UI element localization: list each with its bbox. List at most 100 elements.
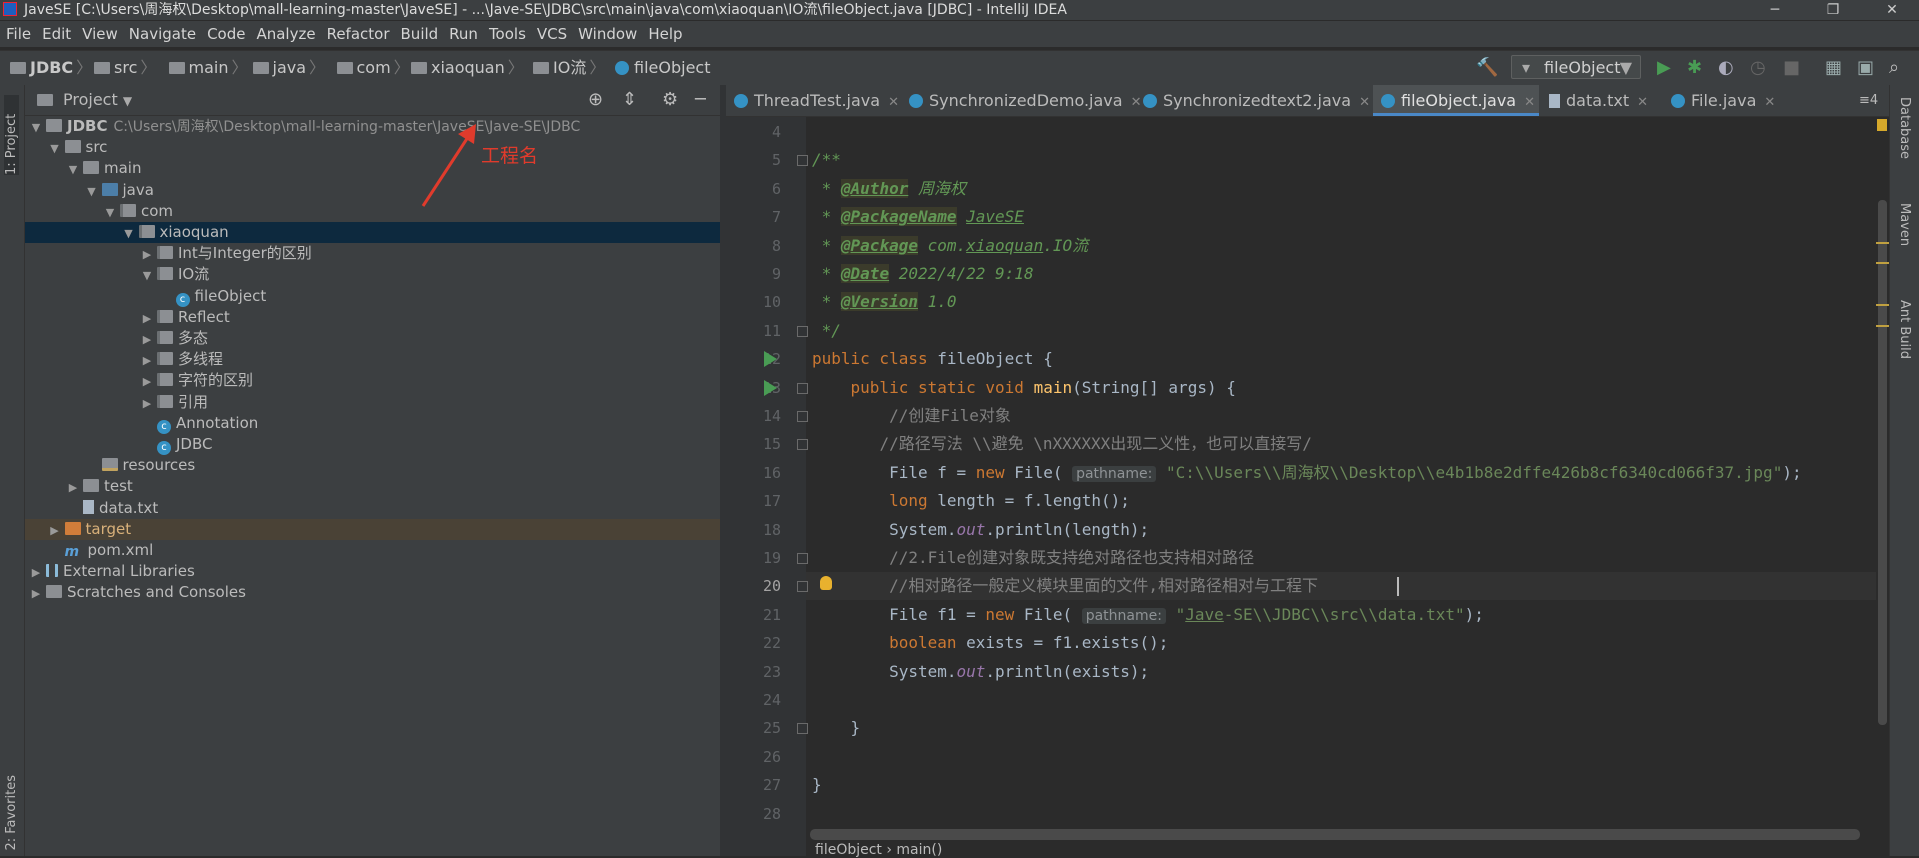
code-line[interactable]: //创建File对象 — [812, 402, 1011, 430]
warning-status-icon[interactable] — [1877, 119, 1887, 131]
expand-down-icon[interactable]: ▼ — [85, 181, 99, 202]
menu-view[interactable]: View — [82, 25, 118, 43]
close-icon[interactable]: ✕ — [1637, 95, 1648, 110]
code-line[interactable]: File f1 = new File( pathname: "Jave-SE\\… — [812, 601, 1484, 629]
editor-tab[interactable]: Synchronizedtext2.java ✕ — [1135, 85, 1371, 116]
menu-file[interactable]: File — [6, 25, 31, 43]
breadcrumb-item[interactable]: com 〉 — [336, 51, 414, 85]
expand-down-icon[interactable]: ▼ — [103, 202, 117, 223]
code-line[interactable]: File f = new File( pathname: "C:\\Users\… — [812, 459, 1802, 487]
menu-help[interactable]: Help — [648, 25, 682, 43]
lightbulb-icon[interactable] — [820, 576, 832, 590]
menu-edit[interactable]: Edit — [42, 25, 71, 43]
tree-item[interactable]: resources — [25, 455, 720, 476]
expand-right-icon[interactable]: ▶ — [140, 371, 154, 392]
ant-build-tool-tab[interactable]: Ant Build — [1897, 300, 1912, 359]
menu-vcs[interactable]: VCS — [537, 25, 567, 43]
code-line[interactable]: */ — [812, 317, 841, 345]
fold-marker-icon[interactable] — [797, 155, 808, 167]
tree-item[interactable]: c Annotation — [25, 413, 720, 434]
tree-item[interactable]: ▼ main — [25, 158, 720, 179]
code-line[interactable]: //路径写法 \\避免 \nXXXXXX出现二义性，也可以直接写/ — [812, 430, 1312, 458]
expand-right-icon[interactable]: ▶ — [66, 477, 80, 498]
fold-marker-icon[interactable] — [797, 581, 808, 593]
menu-window[interactable]: Window — [578, 25, 637, 43]
expand-down-icon[interactable]: ▼ — [140, 265, 154, 286]
code-line[interactable]: //相对路径一般定义模块里面的文件,相对路径相对与工程下 — [812, 572, 1318, 600]
error-stripe-mark[interactable] — [1876, 242, 1889, 244]
maven-tool-tab[interactable]: Maven — [1897, 203, 1912, 246]
breadcrumb-item[interactable]: xiaoquan 〉 — [411, 51, 528, 85]
coverage-icon[interactable]: ◐ — [1718, 51, 1734, 85]
tree-item[interactable]: ▶ Scratches and Consoles — [25, 582, 720, 603]
tree-item[interactable]: ▶ test — [25, 476, 720, 497]
profile-icon[interactable]: ◷ — [1750, 51, 1766, 85]
tree-item[interactable]: c fileObject — [25, 286, 720, 307]
close-icon[interactable]: ✕ — [1764, 95, 1775, 110]
code-line[interactable]: } — [812, 771, 822, 799]
search-everywhere-icon[interactable]: ⌕ — [1889, 51, 1899, 85]
code-line[interactable]: public class fileObject { — [812, 345, 1053, 373]
expand-down-icon[interactable]: ▼ — [29, 117, 43, 138]
locate-icon[interactable]: ⊕ — [588, 85, 603, 115]
code-line[interactable]: /** — [812, 146, 841, 174]
menu-build[interactable]: Build — [401, 25, 439, 43]
run-config-select[interactable]: ▾ fileObject ▼ — [1511, 55, 1641, 79]
code-line[interactable]: System.out.println(length); — [812, 516, 1149, 544]
run-main-icon[interactable] — [764, 380, 777, 396]
breadcrumb-item[interactable]: JDBC 〉 — [10, 51, 96, 85]
tree-item[interactable]: ▶ Int与Integer的区别 — [25, 243, 720, 264]
stop-icon[interactable]: ■ — [1783, 51, 1800, 85]
menu-code[interactable]: Code — [207, 25, 245, 43]
fold-marker-icon[interactable] — [797, 411, 808, 422]
code-line[interactable]: public static void main(String[] args) { — [812, 374, 1236, 402]
fold-marker-icon[interactable] — [797, 723, 808, 735]
close-icon[interactable]: ✕ — [1524, 95, 1535, 110]
expand-right-icon[interactable]: ▶ — [48, 520, 62, 541]
editor-tab[interactable]: ThreadTest.java ✕ — [726, 85, 899, 116]
collapse-all-icon[interactable]: ⇕ — [622, 85, 637, 115]
expand-right-icon[interactable]: ▶ — [140, 244, 154, 265]
hide-panel-icon[interactable]: ─ — [695, 85, 706, 115]
code-line[interactable]: //2.File创建对象既支持绝对路径也支持相对路径 — [812, 544, 1254, 572]
expand-down-icon[interactable]: ▼ — [66, 159, 80, 180]
expand-right-icon[interactable]: ▶ — [29, 562, 43, 583]
code-line[interactable]: * @Author 周海权 — [812, 175, 966, 203]
code-line[interactable]: System.out.println(exists); — [812, 658, 1149, 686]
tree-item[interactable]: ▼ xiaoquan — [25, 222, 720, 243]
code-line[interactable]: } — [812, 714, 861, 742]
layout-icon[interactable]: ▣ — [1857, 51, 1874, 85]
hammer-icon[interactable]: 🔨 — [1476, 51, 1498, 85]
tree-item[interactable]: ▶ 多线程 — [25, 349, 720, 370]
tree-item[interactable]: ▼ IO流 — [25, 264, 720, 285]
close-icon[interactable]: ✕ — [888, 95, 899, 110]
tree-item[interactable]: ▶ Reflect — [25, 307, 720, 328]
fold-marker-icon[interactable] — [797, 325, 808, 337]
expand-right-icon[interactable]: ▶ — [140, 329, 154, 350]
fold-marker-icon[interactable] — [797, 382, 808, 394]
project-tool-tab[interactable]: 1: Project — [4, 95, 19, 175]
menu-run[interactable]: Run — [449, 25, 478, 43]
code-line[interactable]: long length = f.length(); — [812, 487, 1130, 515]
gear-icon[interactable]: ⚙ — [662, 85, 678, 115]
editor-tab[interactable]: SynchronizedDemo.java ✕ — [901, 85, 1141, 116]
breadcrumb-item[interactable]: fileObject — [615, 51, 710, 85]
error-stripe-mark[interactable] — [1876, 325, 1889, 327]
code-line[interactable]: boolean exists = f1.exists(); — [812, 629, 1168, 657]
tree-item[interactable]: ▼ src — [25, 137, 720, 158]
run-class-icon[interactable] — [764, 351, 777, 367]
tree-item[interactable]: ▼ com — [25, 201, 720, 222]
error-stripe-mark[interactable] — [1876, 304, 1889, 306]
horizontal-scrollbar[interactable] — [810, 829, 1860, 840]
fold-marker-icon[interactable] — [797, 553, 808, 564]
favorites-tool-tab[interactable]: 2: Favorites — [4, 775, 19, 851]
breadcrumb-item[interactable]: IO流〉 — [533, 51, 609, 85]
code-line[interactable]: * @PackageName JaveSE — [812, 203, 1024, 231]
code-line[interactable]: * @Package com.xiaoquan.IO流 — [812, 232, 1088, 260]
fold-marker-icon[interactable] — [797, 439, 808, 451]
tree-item[interactable]: ▶ External Libraries — [25, 561, 720, 582]
tabs-overflow-button[interactable]: ≡4 — [1859, 85, 1878, 116]
menu-tools[interactable]: Tools — [489, 25, 526, 43]
expand-right-icon[interactable]: ▶ — [140, 308, 154, 329]
editor-tab[interactable]: data.txt ✕ — [1541, 85, 1661, 116]
